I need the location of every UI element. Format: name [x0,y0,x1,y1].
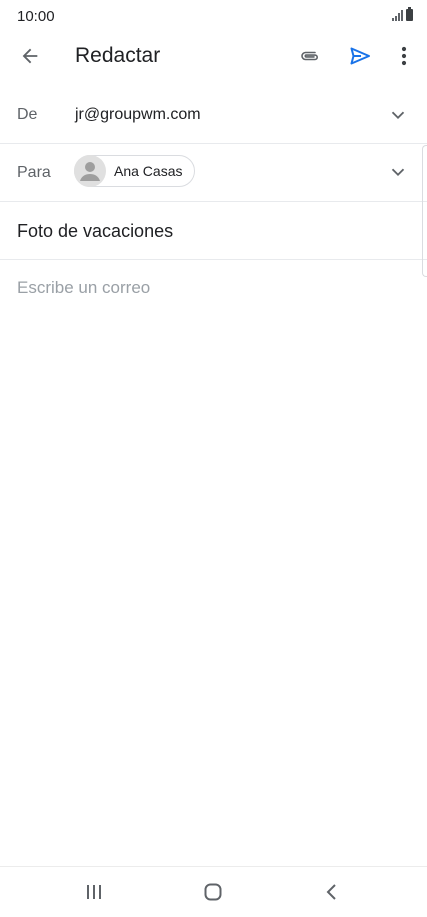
recent-apps-button[interactable] [74,877,114,907]
subject-text: Foto de vacaciones [17,221,174,241]
send-button[interactable] [340,38,380,74]
to-label: Para [17,164,51,181]
scroll-indicator[interactable] [422,145,427,277]
chevron-left-icon [326,884,336,900]
body-placeholder: Escribe un correo [17,278,151,297]
battery-icon [406,7,413,21]
attach-button[interactable] [290,38,330,74]
more-options-button[interactable] [388,38,420,74]
compose-toolbar: Redactar [0,34,427,78]
home-icon [204,883,222,901]
subject-field[interactable]: Foto de vacaciones [0,202,427,259]
from-row[interactable]: De jr@groupwm.com [0,88,427,143]
back-nav-button[interactable] [312,877,352,907]
send-icon [350,47,370,65]
arrow-back-icon [22,48,38,64]
status-time: 10:00 [17,8,55,25]
body-field[interactable]: Escribe un correo [0,260,427,860]
back-button[interactable] [12,38,48,74]
recipient-chip[interactable]: Ana Casas [74,155,196,187]
page-title: Redactar [75,44,161,67]
more-vert-icon [401,46,407,66]
chevron-down-icon[interactable] [387,161,409,183]
to-row[interactable]: Para Ana Casas [0,144,427,201]
recipient-name: Ana Casas [114,163,183,179]
avatar [74,155,106,187]
status-bar: 10:00 [0,0,427,34]
paperclip-icon [301,51,318,61]
status-icons [392,7,413,21]
home-button[interactable] [193,877,233,907]
navigation-bar [0,866,427,917]
person-icon [80,162,100,181]
recent-apps-icon [87,885,101,899]
from-value: jr@groupwm.com [75,106,201,123]
chevron-down-icon[interactable] [387,104,409,126]
from-label: De [17,106,38,123]
signal-icon [392,9,403,21]
